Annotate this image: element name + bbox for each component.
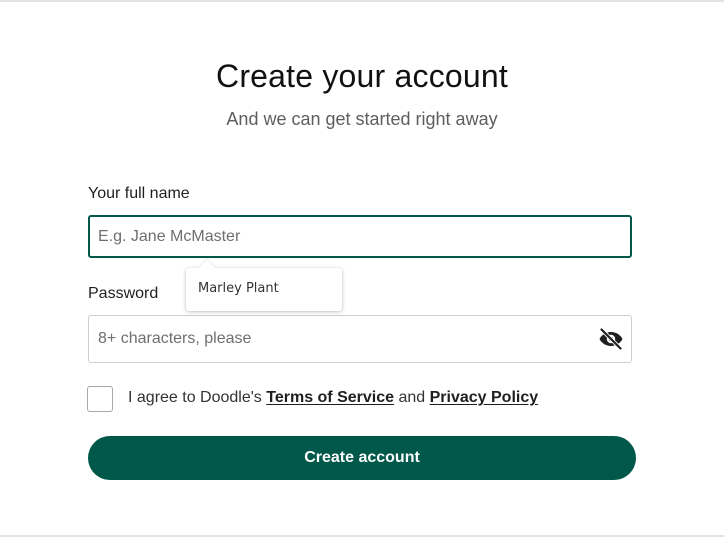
- privacy-policy-link[interactable]: Privacy Policy: [430, 389, 539, 406]
- page-title: Create your account: [216, 58, 508, 94]
- agree-prefix: I agree to Doodle's: [128, 389, 267, 406]
- agree-checkbox[interactable]: [87, 386, 113, 412]
- password-input[interactable]: [89, 316, 589, 362]
- toggle-password-visibility-button[interactable]: [597, 325, 625, 353]
- name-label: Your full name: [88, 185, 190, 202]
- page-subtitle: And we can get started right away: [226, 109, 498, 129]
- autocomplete-dropdown: Marley Plant: [186, 259, 342, 311]
- agree-and: and: [394, 389, 430, 406]
- autocomplete-pointer: [198, 259, 216, 277]
- terms-of-service-link[interactable]: Terms of Service: [266, 389, 394, 406]
- password-field: [88, 315, 632, 363]
- agree-text: I agree to Doodle's Terms of Service and…: [128, 389, 538, 407]
- create-account-button[interactable]: Create account: [88, 436, 636, 480]
- autocomplete-suggestion[interactable]: Marley Plant: [198, 281, 279, 296]
- eye-slash-icon: [599, 328, 623, 350]
- top-divider: [0, 0, 724, 2]
- password-label: Password: [88, 285, 159, 302]
- full-name-input[interactable]: [88, 215, 632, 258]
